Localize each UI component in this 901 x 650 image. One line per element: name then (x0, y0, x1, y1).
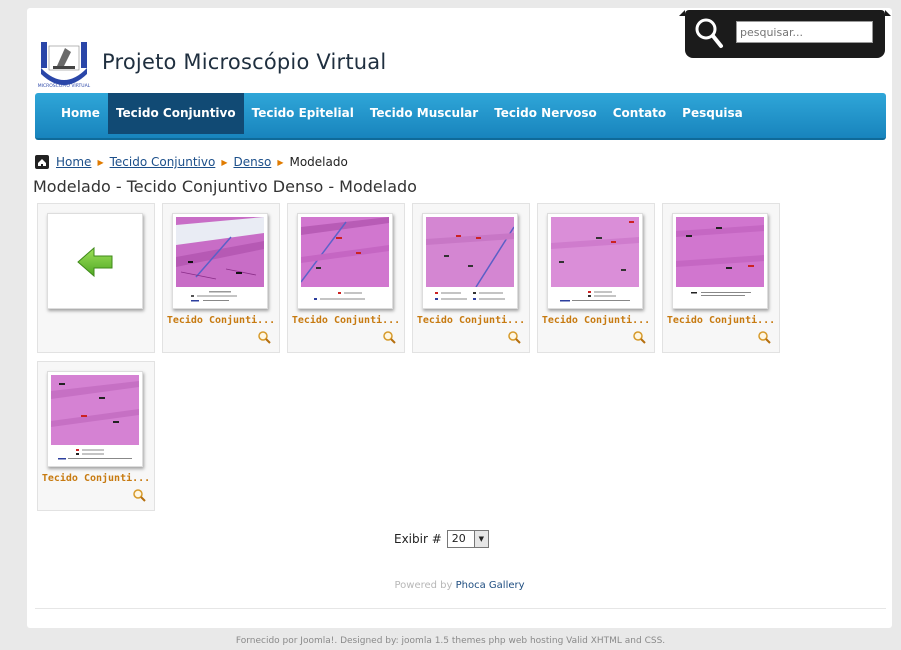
powered-by-prefix: Powered by (394, 580, 453, 591)
gallery-item-caption[interactable]: Tecido Conjunti... (663, 315, 779, 326)
gallery-thumbnail[interactable] (422, 213, 518, 309)
tissue-image-icon (51, 375, 139, 445)
breadcrumb: Home ▶ Tecido Conjuntivo ▶ Denso ▶ Model… (35, 154, 348, 170)
tissue-image-icon (176, 217, 264, 287)
breadcrumb-home-link[interactable]: Home (56, 155, 91, 169)
items-per-page-select[interactable]: 20 ▼ (446, 530, 489, 548)
footer: Fornecido por Joomla!. Designed by: joom… (235, 636, 666, 646)
breadcrumb-current: Modelado (289, 155, 348, 169)
gallery-thumbnail[interactable] (672, 213, 768, 309)
tissue-image-icon (676, 217, 764, 287)
legend-icon (191, 291, 237, 302)
tissue-image-icon (551, 217, 639, 287)
nav-item-pesquisa[interactable]: Pesquisa (674, 93, 751, 134)
gallery-item[interactable]: Tecido Conjunti... (162, 203, 280, 353)
pagination: Exibir # 20 ▼ (394, 530, 489, 548)
nav-item-home[interactable]: Home (53, 93, 108, 134)
legend-icon (435, 292, 505, 300)
zoom-icon[interactable] (382, 330, 396, 344)
breadcrumb-denso-link[interactable]: Denso (233, 155, 271, 169)
search-icon[interactable] (693, 16, 725, 52)
tissue-image-icon (426, 217, 514, 287)
gallery-item-caption[interactable]: Tecido Conjunti... (288, 315, 404, 326)
zoom-icon[interactable] (757, 330, 771, 344)
tissue-image-icon (301, 217, 389, 287)
zoom-icon[interactable] (132, 488, 146, 502)
search-box (679, 10, 891, 58)
gallery-item[interactable]: Tecido Conjunti... (37, 361, 155, 511)
legend-icon (691, 292, 751, 296)
gallery-item[interactable]: Tecido Conjunti... (662, 203, 780, 353)
powered-by: Powered by Phoca Gallery (27, 580, 892, 591)
gallery-item-caption[interactable]: Tecido Conjunti... (413, 315, 529, 326)
green-back-arrow-icon[interactable] (48, 214, 144, 310)
breadcrumb-arrow-icon: ▶ (277, 157, 284, 167)
gallery-item-caption[interactable]: Tecido Conjunti... (163, 315, 279, 326)
page-container: MICROSCÓPIO VIRTUAL Projeto Microscópio … (27, 8, 892, 628)
gallery-item[interactable]: Tecido Conjunti... (287, 203, 405, 353)
breadcrumb-tecido-conjuntivo-link[interactable]: Tecido Conjuntivo (110, 155, 216, 169)
legend-icon (314, 292, 365, 300)
zoom-icon[interactable] (507, 330, 521, 344)
gallery-thumbnail[interactable] (172, 213, 268, 309)
site-title[interactable]: Projeto Microscópio Virtual (102, 50, 386, 74)
nav-item-tecido-conjuntivo[interactable]: Tecido Conjuntivo (107, 93, 244, 134)
main-nav: Home Tecido Conjuntivo Tecido Epitelial … (35, 93, 886, 140)
nav-item-tecido-epitelial[interactable]: Tecido Epitelial (244, 93, 362, 134)
legend-icon (58, 449, 132, 460)
gallery-item[interactable]: Tecido Conjunti... (537, 203, 655, 353)
legend-icon (560, 291, 630, 302)
items-per-page-value[interactable]: 20 (448, 531, 474, 547)
gallery-item[interactable]: Tecido Conjunti... (412, 203, 530, 353)
back-thumbnail[interactable] (47, 213, 143, 309)
divider (35, 608, 886, 609)
gallery-thumbnail[interactable] (547, 213, 643, 309)
gallery-thumbnail[interactable] (47, 371, 143, 467)
gallery-back-cell[interactable] (37, 203, 155, 353)
gallery-title: Modelado - Tecido Conjuntivo Denso - Mod… (33, 177, 417, 196)
nav-item-tecido-nervoso[interactable]: Tecido Nervoso (486, 93, 605, 134)
nav-item-tecido-muscular[interactable]: Tecido Muscular (362, 93, 486, 134)
search-input[interactable] (736, 21, 873, 43)
logo-icon[interactable]: MICROSCÓPIO VIRTUAL (35, 38, 93, 92)
breadcrumb-arrow-icon: ▶ (221, 157, 228, 167)
gallery-item-caption[interactable]: Tecido Conjunti... (38, 473, 154, 484)
chevron-down-icon[interactable]: ▼ (473, 531, 488, 547)
phoca-gallery-link[interactable]: Phoca Gallery (456, 580, 525, 591)
zoom-icon[interactable] (257, 330, 271, 344)
svg-text:MICROSCÓPIO VIRTUAL: MICROSCÓPIO VIRTUAL (38, 82, 91, 89)
gallery-item-caption[interactable]: Tecido Conjunti... (538, 315, 654, 326)
zoom-icon[interactable] (632, 330, 646, 344)
breadcrumb-arrow-icon: ▶ (97, 157, 104, 167)
gallery-thumbnail[interactable] (297, 213, 393, 309)
nav-item-contato[interactable]: Contato (605, 93, 674, 134)
home-icon[interactable] (35, 155, 49, 169)
pagination-label: Exibir # (394, 532, 442, 546)
